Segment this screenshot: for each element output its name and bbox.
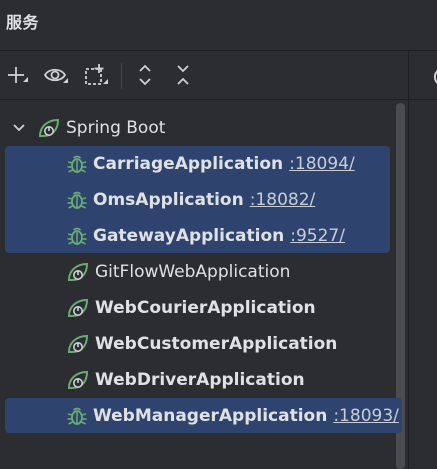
tree-item-service[interactable]: OmsApplication :18082/ <box>66 182 315 218</box>
running-bug-icon <box>66 189 88 211</box>
tree-item-service[interactable]: WebCustomerApplication <box>66 326 337 362</box>
tree-item-service[interactable]: GitFlowWebApplication <box>66 254 290 290</box>
eye-icon[interactable] <box>43 61 69 89</box>
add-icon[interactable] <box>4 61 30 89</box>
service-name: WebDriverApplication <box>95 370 305 390</box>
tree-item-service[interactable]: WebCourierApplication <box>66 290 316 326</box>
details-pane <box>409 51 437 469</box>
running-bug-icon <box>66 225 88 247</box>
spring-boot-icon <box>66 261 90 283</box>
tree-item-service[interactable]: CarriageApplication:18094/ <box>66 146 355 182</box>
toolbar-divider <box>0 99 409 100</box>
details-pane-divider <box>409 99 437 100</box>
toolbar-separator <box>121 63 122 89</box>
service-name: WebCustomerApplication <box>95 334 338 354</box>
service-name: GatewayApplication <box>93 226 285 246</box>
service-name: WebCourierApplication <box>95 298 316 318</box>
tree-item-service[interactable]: WebManagerApplication:18093/ <box>66 398 399 434</box>
port-link[interactable]: :9527/ <box>290 226 345 246</box>
spring-boot-icon <box>66 333 90 355</box>
running-bug-icon <box>66 153 88 175</box>
port-link[interactable]: :18082/ <box>250 190 316 210</box>
chevron-down-icon[interactable] <box>8 123 30 133</box>
port-link[interactable]: :18094/ <box>289 154 355 174</box>
service-name: GitFlowWebApplication <box>95 262 291 282</box>
tree-group-label: Spring Boot <box>66 118 166 138</box>
service-name: OmsApplication <box>93 190 244 210</box>
panel-title: 服务 <box>6 13 40 32</box>
collapse-all-icon[interactable] <box>170 61 196 89</box>
service-name: WebManagerApplication <box>93 406 328 426</box>
spring-boot-icon <box>66 297 90 319</box>
spring-boot-icon <box>37 117 61 139</box>
tree-item-service[interactable]: WebDriverApplication <box>66 362 305 398</box>
spring-boot-icon <box>66 369 90 391</box>
new-group-icon[interactable] <box>83 61 109 89</box>
service-name: CarriageApplication <box>93 154 284 174</box>
expand-all-icon[interactable] <box>132 61 158 89</box>
running-bug-icon <box>66 405 88 427</box>
services-toolbar <box>0 51 409 99</box>
port-link[interactable]: :18093/ <box>333 406 399 426</box>
refresh-icon[interactable] <box>427 66 437 92</box>
tree-item-service[interactable]: GatewayApplication:9527/ <box>66 218 345 254</box>
tree-group-spring-boot[interactable]: Spring Boot <box>8 110 165 146</box>
